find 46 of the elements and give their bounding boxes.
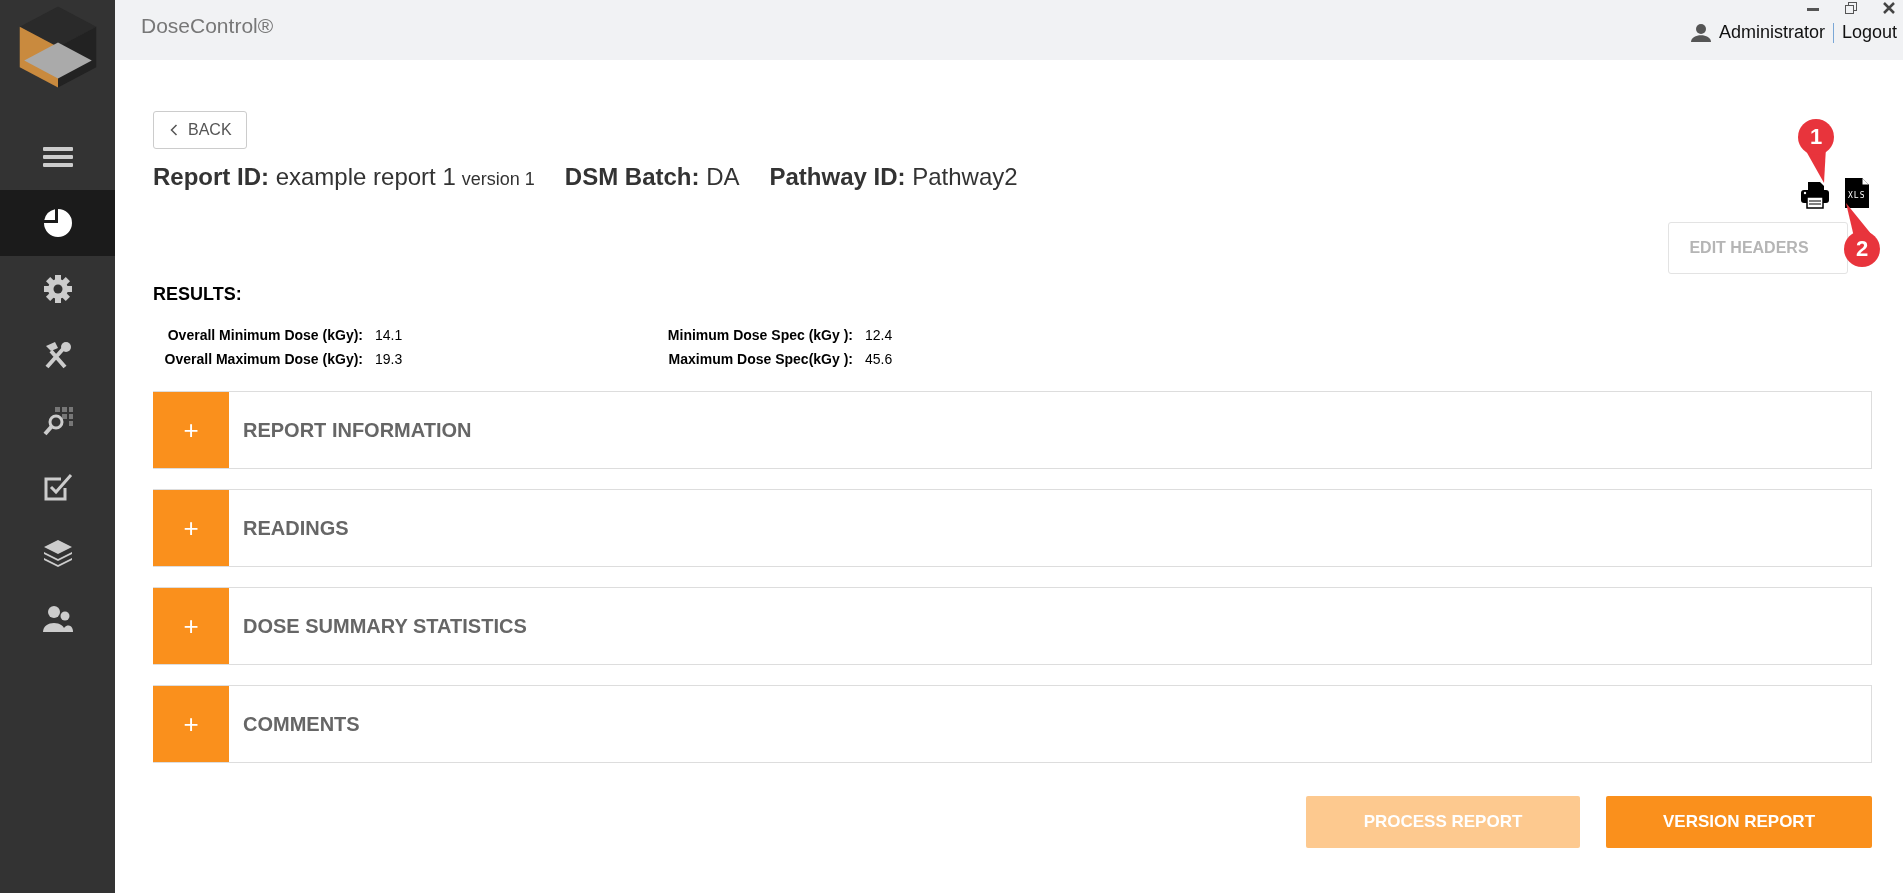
menu-icon [42,146,73,168]
header-field: DSM Batch: DA [564,163,740,191]
restore-icon[interactable] [1845,2,1857,14]
header-field: Pathway ID: Pathway2 [769,163,1018,191]
sidebar-nav-item[interactable] [0,190,115,256]
file-type-label: XLS [1848,191,1866,200]
xls-file-icon[interactable] [1844,177,1870,209]
accordion-panel[interactable]: + DOSE SUMMARY STATISTICS [153,587,1872,665]
expand-toggle[interactable]: + [153,588,229,664]
settings-icon [42,274,73,304]
close-icon[interactable] [1883,2,1895,14]
accordion-panel[interactable]: + REPORT INFORMATION [153,391,1872,469]
section-title: COMMENTS [243,712,360,736]
metric-label: Minimum Dose Spec (kGy ): [666,327,853,343]
user-name: Administrator [1718,22,1825,43]
app-title: DoseControl® [141,14,274,39]
metric-value: 19.3 [375,351,403,367]
pie-chart-icon [41,207,74,239]
layers-icon [42,539,73,567]
action-button[interactable]: VERSION REPORT [1606,796,1872,848]
chevron-left-icon [170,124,178,136]
checkbox-icon [42,472,73,502]
header-field: Report ID: example report 1 version 1 [153,163,535,191]
results-heading: RESULTS: [153,284,243,305]
callout-number: 1 [1808,124,1824,150]
section-title: DOSE SUMMARY STATISTICS [243,614,527,638]
metric-value: 12.4 [865,327,893,343]
section-title: REPORT INFORMATION [243,418,472,442]
metric-label: Maximum Dose Spec(kGy ): [667,351,853,367]
search-grid-icon [42,406,73,436]
expand-toggle[interactable]: + [153,490,229,566]
metric-label: Overall Maximum Dose (kGy): [163,351,363,367]
metric-value: 45.6 [865,351,893,367]
metric-label: Overall Minimum Dose (kGy): [166,327,363,343]
callout-number: 2 [1854,236,1870,262]
expand-toggle[interactable]: + [153,686,229,762]
back-button[interactable]: BACK [153,111,247,149]
users-icon [42,604,73,634]
section-title: READINGS [243,516,349,540]
metric-value: 14.1 [375,327,403,343]
expand-toggle[interactable]: + [153,392,229,468]
printer-icon[interactable] [1800,181,1830,209]
logout-link[interactable]: Logout [1841,22,1897,43]
user-icon [1690,23,1711,42]
accordion-panel[interactable]: + READINGS [153,489,1872,567]
accordion-panel[interactable]: + COMMENTS [153,685,1872,763]
